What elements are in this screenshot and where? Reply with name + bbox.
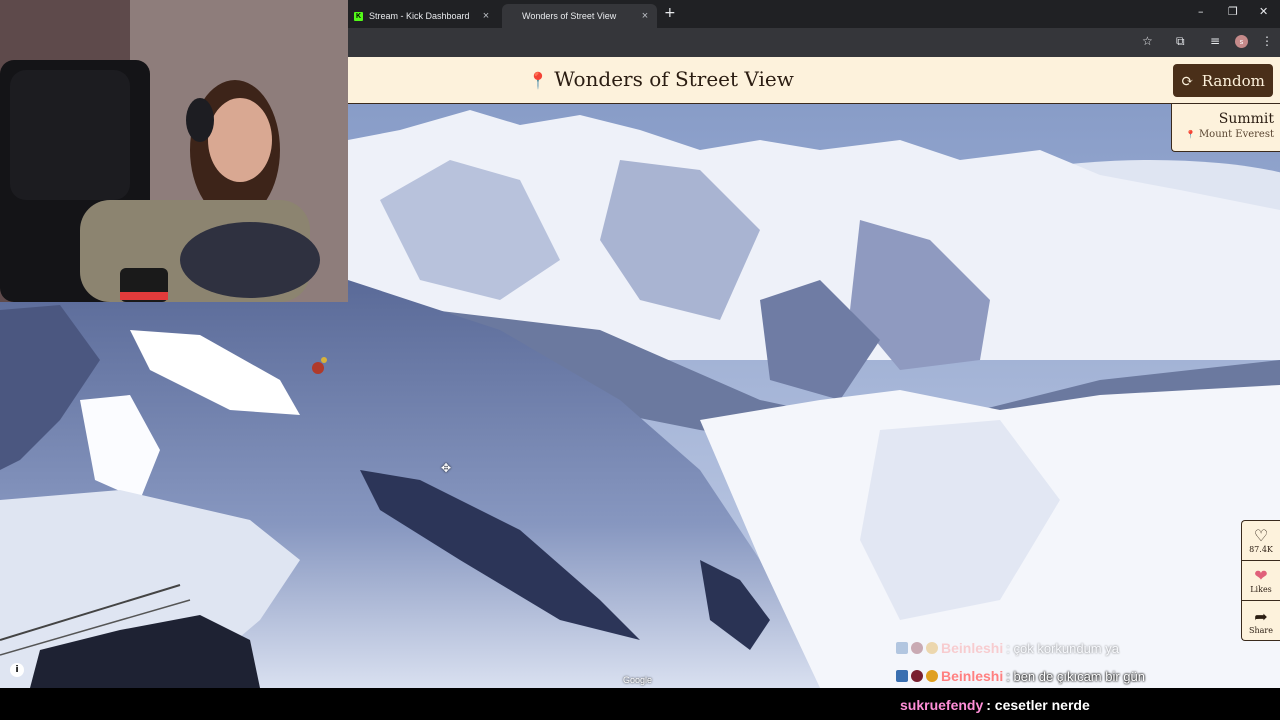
- menu-kebab-icon[interactable]: ⋮: [1261, 34, 1273, 48]
- refresh-icon: ⟳: [1181, 71, 1194, 90]
- site-title: 📍 Wonders of Street View: [528, 67, 794, 91]
- chat-message: sukruefendy : cesetler nerde: [900, 697, 1090, 713]
- favorite-count: 87.4K: [1249, 545, 1273, 554]
- site-title-text: Wonders of Street View: [554, 67, 794, 91]
- side-action-buttons: ♡ 87.4K ❤ Likes ➦ Share: [1241, 520, 1280, 641]
- share-icon: ➦: [1254, 606, 1268, 626]
- location-subtitle-text: Mount Everest: [1198, 129, 1274, 140]
- badge-icon: [926, 642, 938, 654]
- close-tab-icon[interactable]: ×: [639, 10, 651, 22]
- browser-toolbar: ☆ ⧉ ≡ s ⋮: [348, 28, 1280, 57]
- kick-favicon-icon: K: [354, 11, 363, 21]
- chat-username: sukruefendy: [900, 697, 984, 713]
- browser-tabbar: K Stream - Kick Dashboard × Wonders of S…: [348, 0, 1280, 28]
- move-cursor-icon: ✥: [441, 461, 452, 475]
- chat-text: : çok korkundum ya: [1006, 640, 1119, 656]
- favorite-button[interactable]: ♡ 87.4K: [1242, 521, 1280, 561]
- hearts-icon: ❤: [1254, 566, 1268, 585]
- chat-message: Beinleshi : ben de çıkıcam bir gün: [896, 668, 1145, 684]
- chat-text: : cesetler nerde: [986, 697, 1090, 713]
- chat-message: Beinleshi : çok korkundum ya: [896, 640, 1119, 656]
- streamer-video: [0, 0, 348, 302]
- info-button[interactable]: i: [10, 663, 24, 677]
- close-window-button[interactable]: ✕: [1259, 5, 1268, 18]
- new-tab-button[interactable]: +: [664, 5, 676, 21]
- badge-icon: [896, 670, 908, 682]
- screen: K Stream - Kick Dashboard × Wonders of S…: [0, 0, 1280, 720]
- site-header: 📍 Wonders of Street View ⟳ Random: [348, 57, 1280, 104]
- chat-username: Beinleshi: [941, 668, 1004, 684]
- badge-icon: [911, 670, 923, 682]
- chat-text: : ben de çıkıcam bir gün: [1006, 668, 1145, 684]
- random-button-label: Random: [1201, 71, 1265, 90]
- tab-label: Wonders of Street View: [522, 11, 617, 21]
- badge-icon: [896, 642, 908, 654]
- badge-icon: [911, 642, 923, 654]
- heart-outline-icon: ♡: [1253, 526, 1269, 545]
- random-button[interactable]: ⟳ Random: [1173, 64, 1273, 97]
- share-label: Share: [1249, 625, 1273, 635]
- map-pin-icon: 📍: [1185, 130, 1196, 139]
- media-controls-icon[interactable]: ≡: [1210, 34, 1220, 48]
- close-tab-icon[interactable]: ×: [480, 10, 492, 22]
- likes-label: Likes: [1250, 585, 1272, 594]
- minimize-button[interactable]: –: [1198, 5, 1204, 18]
- share-button[interactable]: ➦ Share: [1242, 601, 1280, 641]
- profile-avatar[interactable]: s: [1235, 35, 1248, 48]
- location-subtitle: 📍 Mount Everest: [1172, 129, 1274, 140]
- bookmark-star-icon[interactable]: ☆: [1142, 34, 1153, 48]
- google-attribution: Google: [623, 675, 653, 685]
- restore-button[interactable]: ❐: [1228, 5, 1238, 18]
- chat-username: Beinleshi: [941, 640, 1004, 656]
- map-pin-icon: 📍: [528, 71, 548, 90]
- tab-kick-dashboard[interactable]: K Stream - Kick Dashboard ×: [348, 4, 498, 28]
- tab-label: Stream - Kick Dashboard: [369, 11, 470, 21]
- badge-icon: [926, 670, 938, 682]
- extensions-icon[interactable]: ⧉: [1176, 34, 1185, 49]
- webcam-feed: [0, 0, 348, 302]
- location-name: Summit: [1218, 111, 1274, 127]
- location-card: Summit 📍 Mount Everest: [1171, 104, 1280, 152]
- likes-button[interactable]: ❤ Likes: [1242, 561, 1280, 601]
- tab-wonders-of-street-view[interactable]: Wonders of Street View ×: [502, 4, 657, 28]
